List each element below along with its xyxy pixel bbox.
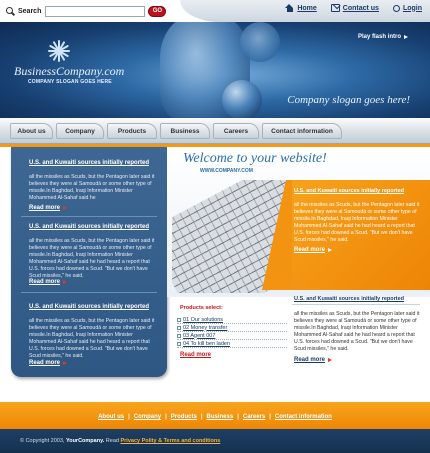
bullet-icon [177, 325, 181, 330]
news-body: all the missiles as Scuds, but the Penta… [29, 318, 155, 359]
arrow-right-icon [63, 280, 68, 284]
orange-news-body: all the missiles as Scuds, but the Penta… [294, 202, 420, 243]
product-label: 03 Agent 007 [183, 332, 216, 339]
bullet-icon [177, 333, 181, 338]
footer-links: About us | Company | Products | Business | C… [98, 414, 332, 420]
brand-slogan: COMPANY SLOGAN GOES HERE [28, 79, 112, 85]
orange-news-title[interactable]: U.S. and Kuwaiti sources initially repor… [294, 188, 404, 194]
nav-business[interactable]: Business [160, 123, 210, 139]
mail-icon [330, 4, 340, 12]
globe-icon [222, 80, 262, 118]
news-body: all the missiles as Scuds, but the Penta… [29, 174, 155, 201]
arrow-right-icon [328, 248, 333, 252]
products-read-more-link[interactable]: Read more [180, 352, 211, 358]
nav-company[interactable]: Company [56, 123, 104, 139]
search-form: Search GO [6, 5, 167, 17]
arrow-right-icon [63, 206, 68, 210]
home-icon [285, 4, 294, 12]
read-more-link[interactable]: Read more [29, 279, 68, 285]
nav-products[interactable]: Products [107, 123, 157, 139]
search-input[interactable] [45, 5, 146, 17]
news-title[interactable]: U.S. and Kuwaiti sources initially repor… [29, 160, 149, 166]
product-item[interactable]: 02 Money transfer [177, 324, 287, 332]
divider [21, 292, 157, 293]
product-item[interactable]: 04 To kill ben laden [177, 340, 287, 348]
right-news-title[interactable]: U.S. and Kuwaiti sources initially repor… [294, 296, 404, 302]
go-button[interactable]: GO [148, 5, 167, 17]
read-more-label: Read more [29, 360, 61, 366]
privacy-link[interactable]: Privacy Polity & Terms and conditions [120, 438, 220, 444]
footer-link-business[interactable]: Business [207, 414, 234, 420]
left-news-panel: U.S. and Kuwaiti sources initially repor… [11, 147, 167, 377]
divider [21, 216, 157, 217]
arrow-right-icon [404, 35, 408, 39]
orange-read-more-link[interactable]: Read more [294, 247, 333, 253]
right-read-more-link[interactable]: Read more [294, 357, 333, 363]
footer-link-careers[interactable]: Careers [243, 414, 265, 420]
news-title[interactable]: U.S. and Kuwaiti sources initially repor… [29, 304, 149, 310]
search-label: Search [18, 7, 42, 15]
contact-link-label: Contact us [342, 4, 379, 12]
right-news-body: all the missiles as Scuds, but the Penta… [294, 311, 420, 352]
divider [292, 304, 420, 305]
banner-slogan: Company slogan goes here! [287, 94, 410, 106]
top-nav: Home Contact us Login [285, 4, 422, 12]
copyright-read: Read [105, 438, 119, 444]
copyright-prefix: © Copyright 2003, [20, 438, 65, 444]
read-more-label: Read more [29, 205, 61, 211]
read-more-label: Read more [294, 357, 326, 363]
nav-about-us[interactable]: About us [10, 123, 53, 139]
product-item[interactable]: 03 Agent 007 [177, 332, 287, 340]
main-nav: About us Company Products Business Caree… [0, 118, 430, 144]
key-icon [392, 4, 400, 12]
copyright: © Copyright 2003, YourCompany. Read Priv… [20, 438, 220, 444]
nav-contact-information[interactable]: Contact information [262, 123, 342, 139]
footer-link-about-us[interactable]: About us [98, 414, 124, 420]
footer-link-company[interactable]: Company [134, 414, 161, 420]
product-label: 01 Our solutions [183, 316, 224, 323]
bullet-icon [177, 317, 181, 322]
flash-intro-label: Play flash intro [357, 34, 401, 40]
logo-flower-icon [48, 40, 70, 62]
nav-careers[interactable]: Careers [213, 123, 259, 139]
welcome-url: WWW.COMPANY.COM [200, 168, 253, 174]
copyright-company: YourCompany. [65, 438, 105, 444]
welcome-title: Welcome to your website! [183, 151, 327, 166]
read-more-link[interactable]: Read more [29, 360, 68, 366]
products-title: Products select: [180, 305, 223, 311]
bullet-icon [177, 341, 181, 346]
flash-intro-link[interactable]: Play flash intro [358, 34, 408, 40]
product-label: 04 To kill ben laden [183, 340, 230, 347]
news-title[interactable]: U.S. and Kuwaiti sources initially repor… [29, 224, 149, 230]
login-link[interactable]: Login [392, 4, 422, 12]
footer-link-products[interactable]: Products [171, 414, 197, 420]
header-banner: BusinessCompany.com COMPANY SLOGAN GOES … [0, 22, 430, 118]
home-link-label: Home [297, 4, 317, 12]
footer-link-contact-information[interactable]: Contact information [275, 414, 332, 420]
login-link-label: Login [402, 4, 422, 12]
products-list: 01 Our solutions 02 Money transfer 03 Ag… [177, 316, 287, 348]
search-icon [6, 6, 15, 16]
read-more-link[interactable]: Read more [29, 205, 68, 211]
arrow-right-icon [63, 361, 68, 365]
top-bar: Search GO Home Contact us Login [0, 0, 430, 22]
home-link[interactable]: Home [285, 4, 317, 12]
news-body: all the missiles as Scuds, but the Penta… [29, 238, 155, 279]
read-more-label: Read more [294, 247, 326, 253]
arrow-right-icon [328, 358, 333, 362]
read-more-label: Read more [29, 279, 61, 285]
banner-head-image [240, 22, 280, 62]
contact-link[interactable]: Contact us [330, 4, 379, 12]
product-item[interactable]: 01 Our solutions [177, 316, 287, 324]
product-label: 02 Money transfer [183, 324, 228, 331]
brand-name[interactable]: BusinessCompany.com [14, 64, 124, 79]
